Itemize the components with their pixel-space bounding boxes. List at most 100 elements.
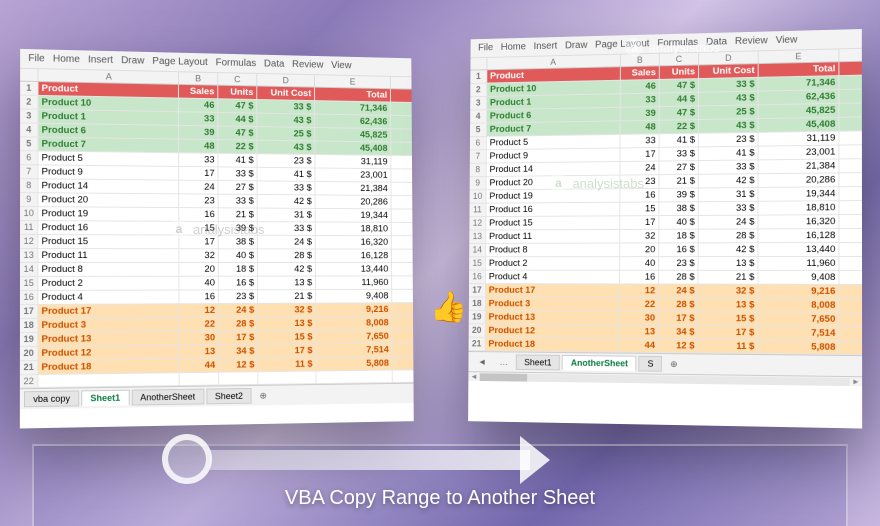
- cell-product[interactable]: Product 2: [38, 277, 179, 290]
- cell-value[interactable]: 11,960: [758, 257, 839, 270]
- ribbon-tab-formulas[interactable]: Formulas: [216, 57, 257, 69]
- cell-value[interactable]: 5,808: [758, 340, 839, 354]
- row-number[interactable]: 1: [470, 70, 487, 83]
- table-row[interactable]: 15Product 24016 $13 $11,960: [20, 276, 413, 291]
- row-number[interactable]: 21: [20, 361, 38, 374]
- cell-value[interactable]: 16,128: [758, 229, 839, 242]
- cell-value[interactable]: 13 $: [699, 257, 759, 270]
- row-number[interactable]: 18: [469, 297, 486, 310]
- cell-value[interactable]: 44 $: [218, 113, 257, 126]
- column-header-E[interactable]: E: [759, 49, 840, 63]
- cell-value[interactable]: 23 $: [257, 154, 315, 167]
- cell-value[interactable]: 9,408: [316, 290, 392, 303]
- cell-value[interactable]: [219, 372, 258, 384]
- cell-value[interactable]: 40: [620, 257, 659, 270]
- row-number[interactable]: 15: [20, 277, 38, 290]
- cell-value[interactable]: 17 $: [219, 331, 258, 344]
- cell-value[interactable]: 45,408: [315, 141, 391, 154]
- cell-value[interactable]: 42 $: [258, 195, 316, 208]
- cell-value[interactable]: 17: [621, 148, 660, 161]
- ribbon-tab-view[interactable]: View: [776, 35, 798, 46]
- cell-value[interactable]: 16: [179, 290, 219, 303]
- cell-value[interactable]: 9,216: [316, 303, 392, 316]
- cell-value[interactable]: 27 $: [219, 181, 258, 194]
- cell-product[interactable]: Product 2: [486, 257, 620, 270]
- cell-value[interactable]: [316, 371, 392, 384]
- cell-product[interactable]: Product 7: [487, 121, 621, 136]
- cell-value[interactable]: 20: [179, 263, 218, 276]
- cell-value[interactable]: 21 $: [699, 271, 759, 284]
- row-number[interactable]: 8: [20, 179, 38, 192]
- table-row[interactable]: 13Product 113218 $28 $16,128: [469, 229, 862, 244]
- cell-product[interactable]: Product 10: [487, 81, 621, 96]
- cell-value[interactable]: 28 $: [659, 271, 698, 284]
- row-number[interactable]: 21: [469, 338, 486, 351]
- cell-product[interactable]: Product 11: [38, 249, 179, 262]
- row-number[interactable]: 10: [470, 190, 487, 203]
- add-sheet-button[interactable]: ⊕: [664, 358, 683, 369]
- cell-value[interactable]: 47 $: [660, 79, 699, 92]
- cell-value[interactable]: 13: [620, 325, 659, 338]
- cell-value[interactable]: 23 $: [659, 257, 698, 270]
- cell-value[interactable]: 33 $: [258, 181, 316, 194]
- sheet-tab-s[interactable]: S: [639, 356, 663, 372]
- cell-product[interactable]: Product 13: [486, 311, 620, 324]
- row-number[interactable]: 19: [469, 311, 486, 324]
- cell-product[interactable]: Product 15: [486, 216, 620, 229]
- row-number[interactable]: 15: [469, 257, 486, 269]
- cell-value[interactable]: 13,440: [758, 243, 839, 256]
- cell-value[interactable]: 7,650: [316, 330, 392, 343]
- table-row[interactable]: 13Product 113240 $28 $16,128: [20, 249, 413, 263]
- cell-value[interactable]: 15: [620, 202, 659, 215]
- select-all-corner[interactable]: [470, 58, 487, 70]
- cell-value[interactable]: 24 $: [219, 304, 258, 317]
- ribbon-tab-data[interactable]: Data: [264, 59, 284, 70]
- cell-value[interactable]: Units: [218, 86, 257, 99]
- cell-value[interactable]: 41 $: [699, 147, 759, 160]
- cell-value[interactable]: 24 $: [699, 216, 759, 229]
- cell-value[interactable]: 19,344: [316, 209, 392, 222]
- cell-value[interactable]: 32 $: [699, 285, 759, 298]
- cell-product[interactable]: Product 6: [487, 108, 621, 123]
- cell-value[interactable]: 40 $: [219, 249, 258, 262]
- cell-value[interactable]: 24 $: [659, 284, 698, 297]
- table-row[interactable]: 15Product 24023 $13 $11,960: [469, 257, 862, 271]
- cell-value[interactable]: Total: [759, 62, 840, 77]
- cell-value[interactable]: 28 $: [258, 249, 316, 262]
- cell-value[interactable]: 16 $: [659, 243, 698, 256]
- cell-value[interactable]: 33: [621, 134, 660, 147]
- cell-value[interactable]: 33 $: [257, 100, 315, 114]
- cell-value[interactable]: 43 $: [257, 141, 315, 154]
- ribbon-tab-home[interactable]: Home: [501, 42, 526, 53]
- cell-value[interactable]: 39 $: [659, 188, 698, 201]
- cell-product[interactable]: Product 16: [38, 221, 179, 234]
- cell-value[interactable]: 31,119: [315, 155, 391, 168]
- cell-value[interactable]: 40 $: [659, 216, 698, 229]
- cell-value[interactable]: 34 $: [219, 345, 258, 358]
- cell-value[interactable]: 7,514: [758, 326, 839, 340]
- cell-value[interactable]: 7,514: [316, 344, 392, 357]
- column-header-D[interactable]: D: [257, 74, 315, 87]
- cell-value[interactable]: 20,286: [316, 195, 392, 208]
- cell-value[interactable]: 11 $: [258, 358, 316, 371]
- sheet-tab-anothersheet[interactable]: AnotherSheet: [131, 389, 204, 406]
- cell-value[interactable]: 19,344: [759, 187, 840, 201]
- cell-value[interactable]: 31 $: [699, 188, 759, 201]
- cell-value[interactable]: 44 $: [660, 93, 699, 106]
- row-number[interactable]: 16: [469, 271, 486, 283]
- cell-value[interactable]: 31,119: [759, 132, 840, 146]
- cell-value[interactable]: 23: [179, 194, 218, 207]
- cell-value[interactable]: 34 $: [659, 326, 699, 339]
- cell-value[interactable]: 9,408: [758, 271, 839, 284]
- cell-value[interactable]: 16 $: [219, 277, 258, 290]
- cell-value[interactable]: 8,008: [758, 299, 839, 312]
- cell-value[interactable]: 15 $: [698, 312, 758, 325]
- sheet-tab-anothersheet[interactable]: AnotherSheet: [562, 355, 637, 371]
- cell-value[interactable]: 25 $: [257, 127, 315, 140]
- cell-value[interactable]: 17: [620, 216, 659, 229]
- cell-product[interactable]: Product 11: [486, 230, 620, 243]
- cell-product[interactable]: Product 8: [486, 244, 620, 257]
- ribbon-tab-review[interactable]: Review: [735, 35, 768, 47]
- cell-product[interactable]: Product 5: [38, 151, 179, 165]
- row-number[interactable]: 12: [469, 217, 486, 229]
